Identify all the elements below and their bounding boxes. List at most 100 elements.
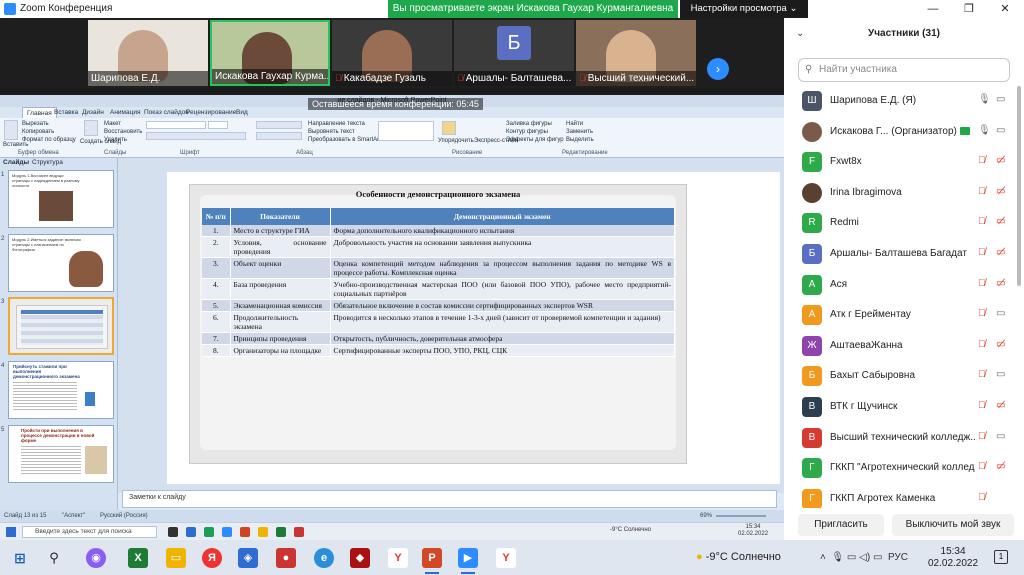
mic-muted-icon[interactable]: 🎙̸ (978, 400, 986, 411)
mic-muted-icon[interactable]: 🎙̸ (978, 339, 986, 350)
search-icon[interactable]: ⚲ (44, 548, 64, 568)
close-button[interactable]: ✕ (987, 0, 1023, 18)
participant-row[interactable]: Б Аршалы- Балташева Багадат 🎙̸ ▭̸ (784, 239, 1020, 269)
tab-outline[interactable]: Структура (32, 158, 63, 168)
video-tile-active[interactable]: Искакова Гаухар Курма... (210, 20, 330, 86)
shape-fill-button[interactable]: Заливка фигуры (506, 121, 552, 127)
mic-muted-icon[interactable]: 🎙̸ (978, 186, 986, 197)
notification-icon[interactable]: 1 (994, 550, 1008, 564)
participant-row[interactable]: Г ГККП "Агротехнический колледж... 🎙̸ ▭̸ (784, 453, 1020, 483)
weather-widget[interactable]: ● -9°C Солнечно (696, 540, 781, 575)
taskbar-clock[interactable]: 15:34 02.02.2022 (928, 546, 978, 570)
camera-icon[interactable]: ▭ (996, 431, 1005, 442)
font-name-select[interactable] (146, 121, 206, 129)
tab-slideshow[interactable]: Показ слайдов (144, 107, 189, 118)
camera-off-icon[interactable]: ▭̸ (996, 216, 1005, 227)
zoom-icon[interactable]: ▶ (458, 548, 478, 568)
mic-icon[interactable]: 🎙 (978, 94, 991, 105)
file-explorer-icon[interactable]: ▭ (166, 548, 186, 568)
alice-assistant-icon[interactable]: ◉ (86, 548, 106, 568)
participant-row[interactable]: Irina Ibragimova 🎙̸ ▭̸ (784, 178, 1020, 208)
current-slide[interactable]: Особенности демонстрационного экзамена №… (167, 172, 780, 484)
participant-row[interactable]: Ш Шарипова Е.Д. (Я) 🎙 ▭ (784, 86, 1020, 116)
slide-thumbnail-selected[interactable] (8, 297, 114, 355)
participant-row[interactable]: Искакова Г... (Организатор) 🎙 ▭ (784, 117, 1020, 147)
camera-off-icon[interactable]: ▭̸ (996, 400, 1005, 411)
find-button[interactable]: Найти (566, 121, 583, 127)
edge-icon[interactable]: e (314, 548, 334, 568)
mic-muted-icon[interactable]: 🎙̸ (978, 492, 986, 503)
tab-view[interactable]: Вид (236, 107, 248, 118)
participants-scrollbar[interactable] (1017, 86, 1021, 286)
camera-icon[interactable]: ▭ (996, 125, 1005, 136)
format-painter-button[interactable]: Формат по образцу (22, 137, 76, 143)
arrange-button[interactable]: Упорядочить (438, 138, 474, 144)
app-icon[interactable]: ◆ (350, 548, 370, 568)
mic-muted-icon[interactable]: 🎙̸ (978, 247, 986, 258)
text-direction-button[interactable]: Направление текста (308, 121, 365, 127)
tab-slides[interactable]: Слайды (3, 158, 29, 168)
mic-muted-icon[interactable]: 🎙̸ (978, 308, 986, 319)
participant-row[interactable]: В ВТК г Щучинск 🎙̸ ▭̸ (784, 392, 1020, 422)
restore-button[interactable]: ❐ (951, 0, 987, 18)
camera-off-icon[interactable]: ▭̸ (996, 186, 1005, 197)
participant-row[interactable]: А Ася 🎙̸ ▭̸ (784, 270, 1020, 300)
video-tile[interactable]: 🎙̸ Высший технический... (576, 20, 696, 86)
app-icon[interactable]: ◈ (238, 548, 258, 568)
delete-button[interactable]: Удалить (104, 137, 127, 143)
slide-thumbnail[interactable]: Модуль 1.Висчисен ведущи страницы с наде… (8, 170, 114, 228)
mic-muted-icon[interactable]: 🎙̸ (978, 155, 986, 166)
participant-row[interactable]: F Fxwt8x 🎙̸ ▭̸ (784, 147, 1020, 177)
participant-row[interactable]: Г ГККП Агротех Каменка 🎙̸ (784, 484, 1020, 508)
font-size-select[interactable] (208, 121, 228, 129)
windows-start-icon[interactable]: ⊞ (10, 548, 30, 568)
zoom-slider[interactable] (716, 515, 766, 517)
shapes-gallery[interactable] (378, 121, 434, 141)
shape-outline-button[interactable]: Контур фигуры (506, 129, 548, 135)
replace-button[interactable]: Заменить (566, 129, 593, 135)
camera-icon[interactable]: ▭ (996, 94, 1005, 105)
next-videos-arrow-icon[interactable]: › (707, 58, 729, 80)
tab-design[interactable]: Дизайн (82, 107, 104, 118)
view-settings-button[interactable]: Настройки просмотра ⌄ (680, 0, 808, 18)
cut-button[interactable]: Вырезать (22, 121, 49, 127)
mic-muted-icon[interactable]: 🎙̸ (978, 278, 986, 289)
shape-effects-button[interactable]: Эффекты для фигур (506, 137, 564, 143)
video-tile[interactable]: 🎙̸ Какабадзе Гузаль (332, 20, 452, 86)
slide-thumbnail[interactable]: Пройсти при выполнения в процессе демонс… (8, 425, 114, 483)
copy-button[interactable]: Копировать (22, 129, 54, 135)
yandex-icon[interactable]: Я (202, 548, 222, 568)
camera-icon[interactable]: ▭ (996, 308, 1005, 319)
participant-search-input[interactable]: ⚲ Найти участника (798, 58, 1010, 82)
system-tray[interactable]: ˄ 🎙 ▭ ◁) ▭ РУС (820, 540, 908, 575)
participant-row[interactable]: В Высший технический колледж... 🎙̸ ▭ (784, 423, 1020, 453)
participant-row[interactable]: Ж АштаеваЖанна 🎙̸ ▭̸ (784, 331, 1020, 361)
select-button[interactable]: Выделить (566, 137, 594, 143)
camera-off-icon[interactable]: ▭̸ (996, 247, 1005, 258)
smartart-button[interactable]: Преобразовать в SmartArt (308, 137, 381, 143)
video-tile[interactable]: Шарипова Е.Д. (88, 20, 208, 86)
align-text-button[interactable]: Выровнять текст (308, 129, 355, 135)
camera-off-icon[interactable]: ▭̸ (996, 278, 1005, 289)
minimize-button[interactable]: — (915, 0, 951, 18)
invite-button[interactable]: Пригласить (798, 514, 884, 536)
mic-muted-icon[interactable]: 🎙̸ (978, 431, 986, 442)
powerpoint-icon[interactable]: P (422, 548, 442, 568)
layout-button[interactable]: Макет (104, 121, 121, 127)
slide-notes-field[interactable]: Заметки к слайду (122, 490, 777, 508)
camera-off-icon[interactable]: ▭̸ (996, 339, 1005, 350)
camera-off-icon[interactable]: ▭̸ (996, 461, 1005, 472)
screen-recorder-icon[interactable]: ● (276, 548, 296, 568)
yandex-browser-icon[interactable]: Y (496, 548, 516, 568)
camera-icon[interactable]: ▭ (996, 369, 1005, 380)
mic-muted-icon[interactable]: 🎙̸ (978, 369, 986, 380)
mic-muted-icon[interactable]: 🎙̸ (978, 216, 986, 227)
camera-off-icon[interactable]: ▭̸ (996, 155, 1005, 166)
paragraph-list-toolbar[interactable] (256, 121, 302, 129)
tab-animation[interactable]: Анимация (110, 107, 141, 118)
slide-thumbnail[interactable]: Прийснуть стажили при выполнения демонст… (8, 361, 114, 419)
excel-icon[interactable]: X (128, 548, 148, 568)
mic-muted-icon[interactable]: 🎙̸ (978, 461, 986, 472)
participant-row[interactable]: Б Бахыт Сабыровна 🎙̸ ▭ (784, 361, 1020, 391)
tab-insert[interactable]: Вставка (54, 107, 78, 118)
